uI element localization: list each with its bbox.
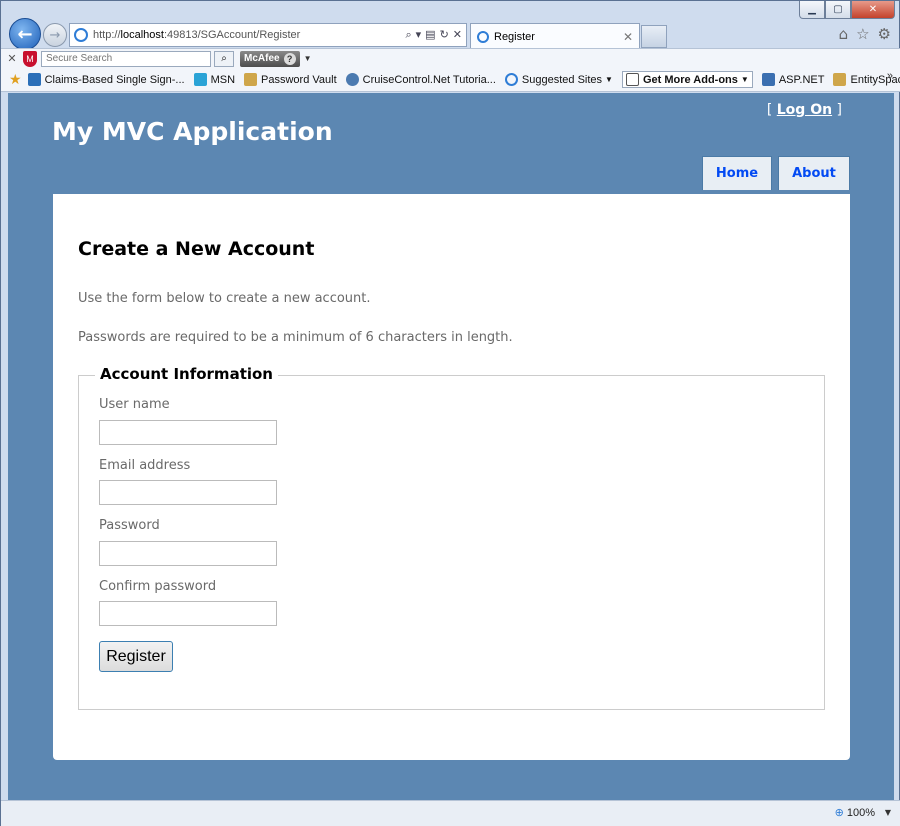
stop-icon[interactable]: ✕ [453, 28, 462, 42]
email-label: Email address [99, 458, 191, 473]
page-heading: Create a New Account [78, 238, 315, 260]
chevron-down-icon[interactable]: ▼ [304, 54, 312, 63]
mcafee-label: McAfee [244, 53, 280, 64]
refresh-icon[interactable]: ↻ [440, 28, 449, 42]
favorites-item[interactable]: CruiseControl.Net Tutoria... [345, 73, 496, 86]
chevron-down-icon: ▼ [740, 75, 749, 84]
favorites-item-label: Claims-Based Single Sign-... [44, 73, 185, 86]
favorites-star-icon[interactable]: ☆ [856, 25, 869, 43]
fieldset-legend: Account Information [95, 365, 278, 383]
favorites-item-label: ASP.NET [778, 73, 825, 86]
username-label: User name [99, 397, 170, 412]
register-button[interactable]: Register [99, 641, 173, 672]
chevron-down-icon[interactable]: ▼ [885, 808, 891, 817]
new-tab-button[interactable] [641, 25, 667, 48]
addons-icon [625, 73, 639, 86]
claims-icon [27, 73, 41, 86]
chevron-down-icon[interactable]: ▾ [416, 28, 422, 42]
menu-tab-about[interactable]: About [778, 156, 850, 190]
get-more-addons-item[interactable]: Get More Add-ons ▼ [621, 71, 753, 88]
toolbar-row: ✕ M ⌕ McAfee? ▼ [1, 48, 900, 68]
tab-register[interactable]: Register ✕ [470, 23, 640, 49]
favorites-item[interactable]: MSN [193, 73, 236, 86]
favorites-item-label: Password Vault [261, 73, 337, 86]
zoom-level: 100% [846, 806, 875, 819]
ie-tab-icon [477, 30, 489, 43]
navigation-bar: ← → http://localhost:49813/SGAccount/Reg… [1, 15, 900, 51]
favorites-item[interactable]: Password Vault [244, 73, 337, 86]
chevron-down-icon: ▼ [605, 75, 613, 84]
favorites-item[interactable]: Claims-Based Single Sign-... [27, 73, 185, 86]
address-tools: ⌕ ▾ ▤ ↻ ✕ [405, 28, 466, 42]
email-input[interactable] [99, 480, 277, 505]
username-input[interactable] [99, 420, 277, 445]
url-prefix: http:// [93, 29, 121, 41]
intro-text: Use the form below to create a new accou… [78, 291, 371, 306]
password-label: Password [99, 518, 160, 533]
compatibility-view-icon[interactable]: ▤ [425, 28, 435, 42]
favorites-bar: ★ Claims-Based Single Sign-... MSN Passw… [1, 68, 900, 92]
site-title: My MVC Application [52, 117, 333, 146]
logon-bracket-open: [ [766, 102, 773, 118]
search-icon[interactable]: ⌕ [405, 28, 411, 42]
forward-button[interactable]: → [43, 23, 67, 47]
confirm-password-label: Confirm password [99, 579, 217, 594]
help-icon: ? [283, 52, 296, 65]
msn-icon [193, 73, 207, 86]
confirm-password-input[interactable] [99, 601, 277, 626]
password-input[interactable] [99, 541, 277, 566]
page-icon [833, 73, 847, 86]
home-icon[interactable]: ⌂ [839, 25, 849, 43]
mcafee-shield-icon: M [23, 50, 37, 67]
password-rule-text: Passwords are required to be a minimum o… [78, 330, 513, 345]
wordpress-icon [345, 73, 359, 86]
page-viewport: My MVC Application [ Log On ] Home About… [8, 93, 894, 800]
search-icon: ⌕ [221, 53, 227, 64]
favorites-star-icon[interactable]: ★ [9, 71, 22, 88]
close-tab-icon[interactable]: ✕ [623, 30, 633, 44]
address-url[interactable]: http://localhost:49813/SGAccount/Registe… [93, 29, 405, 41]
gear-icon[interactable]: ⚙ [878, 25, 891, 43]
favorites-item-label: MSN [210, 73, 236, 86]
page-icon [244, 73, 258, 86]
favorites-item-label: CruiseControl.Net Tutoria... [362, 73, 496, 86]
ie-icon [504, 73, 518, 86]
logon-area: [ Log On ] [767, 102, 842, 118]
favorites-item-label: Get More Add-ons [642, 73, 738, 86]
status-bar: ⊕ 100% ▼ [1, 800, 900, 826]
url-host: localhost [120, 29, 164, 41]
zoom-control[interactable]: ⊕ 100% [834, 806, 875, 820]
favorites-item[interactable]: ASP.NET [761, 73, 825, 86]
url-path: :49813/SGAccount/Register [163, 29, 301, 41]
favorites-item-label: Suggested Sites [521, 73, 603, 86]
secure-search-input[interactable] [41, 50, 211, 67]
chevron-right-icon[interactable]: » [887, 70, 893, 82]
logon-bracket-close: ] [836, 102, 842, 118]
browser-toolbar-icons: ⌂ ☆ ⚙ [839, 25, 891, 43]
address-bar[interactable]: http://localhost:49813/SGAccount/Registe… [69, 23, 467, 47]
suggested-sites-item[interactable]: Suggested Sites ▼ [504, 73, 613, 86]
log-on-link[interactable]: Log On [777, 102, 832, 118]
aspnet-icon [761, 73, 775, 86]
menu-tab-home[interactable]: Home [702, 156, 772, 190]
mcafee-button[interactable]: McAfee? [240, 50, 300, 67]
main-menu: Home About [702, 156, 850, 190]
tab-title: Register [494, 30, 535, 43]
ie-page-icon [74, 28, 88, 42]
main-content: Create a New Account Use the form below … [53, 194, 850, 760]
close-toolbar-icon[interactable]: ✕ [1, 52, 23, 65]
back-button[interactable]: ← [9, 18, 41, 50]
search-button[interactable]: ⌕ [214, 50, 234, 67]
account-information-fieldset: Account Information User name Email addr… [78, 365, 825, 710]
zoom-icon: ⊕ [834, 807, 844, 819]
browser-window: ▁ ▢ ✕ ← → http://localhost:49813/SGAccou… [0, 0, 900, 826]
